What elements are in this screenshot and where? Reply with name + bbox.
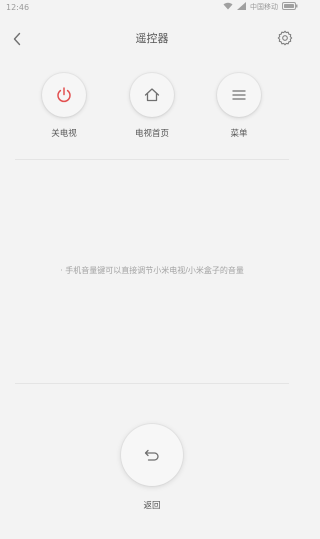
power-off-button[interactable]: [42, 73, 86, 117]
control-buttons: 关电视 电视首页 菜单: [0, 73, 304, 145]
return-control[interactable]: 返回: [112, 424, 192, 511]
menu-icon: [232, 90, 246, 100]
power-icon: [57, 87, 71, 103]
remote-control-screen: 12:46 中国移动 遥控器 关电视 电视首页 菜单 · 手机音量键可以直接调节…: [0, 0, 304, 539]
status-bar: 12:46 中国移动: [0, 0, 304, 18]
return-button[interactable]: [121, 424, 183, 486]
return-label: 返回: [143, 501, 161, 511]
menu-button[interactable]: [217, 73, 261, 117]
tv-home-label: 电视首页: [134, 129, 169, 139]
power-off-label: 关电视: [51, 129, 77, 139]
tv-home-button[interactable]: [130, 73, 174, 117]
menu-label: 菜单: [230, 129, 248, 139]
gear-icon: [277, 30, 293, 46]
volume-hint-text: · 手机音量键可以直接调节小米电视/小米盒子的音量: [60, 266, 244, 275]
power-off-control[interactable]: 关电视: [34, 73, 94, 139]
status-time: 12:46: [6, 3, 30, 12]
signal-icon: [237, 2, 246, 12]
carrier-name: 中国移动: [250, 3, 278, 11]
header: 遥控器: [0, 22, 304, 56]
tv-home-control[interactable]: 电视首页: [122, 73, 182, 139]
home-icon: [144, 88, 160, 102]
divider-top: [15, 159, 289, 160]
return-arrow-icon: [144, 449, 159, 461]
wifi-icon: [223, 2, 233, 12]
settings-button[interactable]: [274, 27, 296, 49]
page-title: 遥控器: [135, 32, 169, 45]
battery-icon: [282, 2, 298, 12]
status-indicators: 中国移动: [223, 2, 298, 12]
menu-control[interactable]: 菜单: [209, 73, 269, 139]
divider-bottom: [15, 383, 289, 384]
